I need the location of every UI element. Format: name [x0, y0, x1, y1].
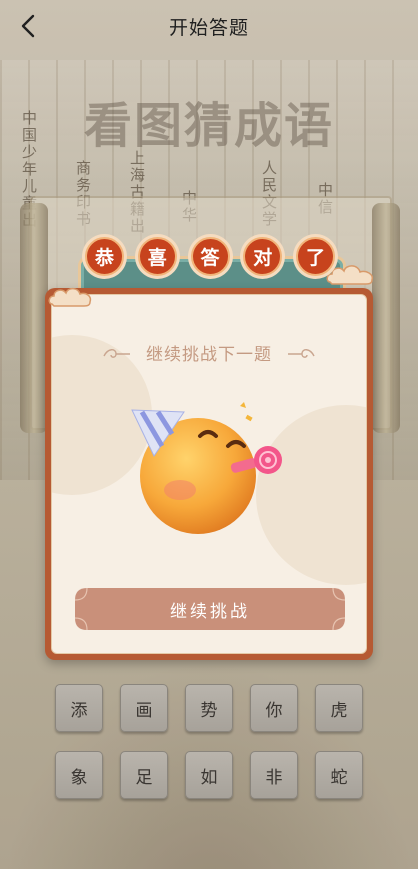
dialog-subtitle: 继续挑战下一题 — [146, 345, 272, 365]
badge-char: 喜 — [137, 237, 177, 276]
answer-key[interactable]: 势 — [185, 684, 233, 732]
answer-key[interactable]: 添 — [55, 684, 103, 732]
badge-char: 答 — [190, 237, 230, 276]
swirl-right-icon — [288, 348, 315, 358]
answer-key[interactable]: 虎 — [315, 684, 363, 732]
answer-key[interactable]: 如 — [185, 751, 233, 799]
congrats-banner: 恭 喜 答 对 了 — [82, 234, 338, 284]
banner-badge: 答 — [187, 234, 233, 279]
cloud-left-icon — [48, 287, 92, 307]
answer-key[interactable]: 你 — [250, 684, 298, 732]
dialog-subtitle-row: 继续挑战下一题 — [45, 340, 373, 365]
banner-badge: 恭 — [82, 234, 127, 279]
banner-badge: 了 — [293, 234, 338, 279]
swirl-left-icon — [103, 348, 130, 358]
continue-button-label: 继续挑战 — [170, 601, 250, 622]
badge-char: 恭 — [85, 237, 124, 276]
answer-key-grid: 添 画 势 你 虎 象 足 如 非 蛇 — [55, 684, 365, 799]
continue-challenge-button[interactable]: 继续挑战 — [73, 586, 347, 632]
badge-char: 对 — [243, 237, 283, 276]
badge-char: 了 — [296, 237, 335, 276]
banner-badge: 对 — [240, 234, 286, 279]
party-face-emoji-icon — [128, 398, 298, 538]
answer-key[interactable]: 象 — [55, 751, 103, 799]
answer-key[interactable]: 画 — [120, 684, 168, 732]
banner-badge: 喜 — [134, 234, 180, 279]
answer-key[interactable]: 蛇 — [315, 751, 363, 799]
answer-key[interactable]: 非 — [250, 751, 298, 799]
answer-key[interactable]: 足 — [120, 751, 168, 799]
